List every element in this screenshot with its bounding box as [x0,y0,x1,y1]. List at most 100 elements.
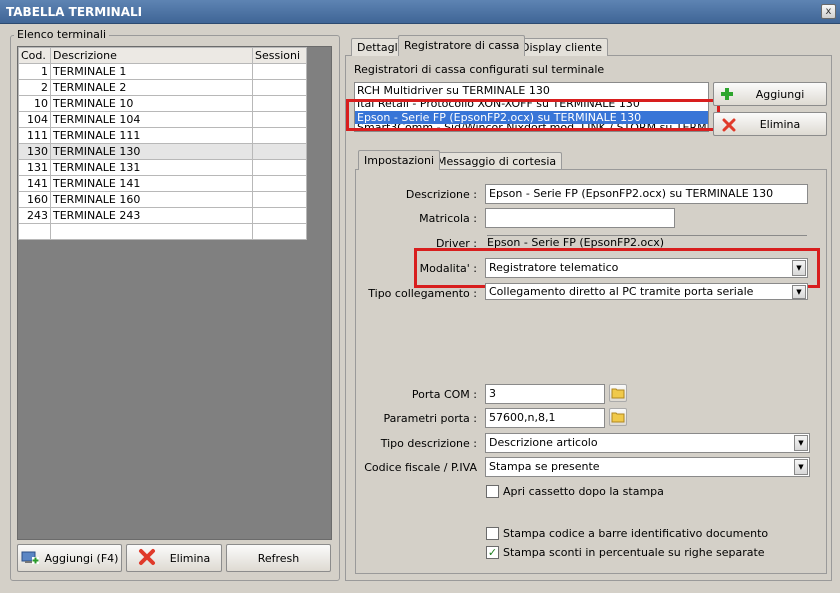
delete-x-icon [138,548,156,569]
delete-terminal-button[interactable]: Elimina [126,544,222,572]
cell-sessions[interactable] [252,143,307,160]
tipo-descrizione-value: Descrizione articolo [489,436,598,449]
table-row[interactable]: 243 TERMINALE 243 [18,207,307,224]
register-item[interactable]: Smart3Comm - Sid/Wincor Nixdorf mod. LIN… [355,124,708,131]
cell-code[interactable]: 141 [18,175,51,192]
refresh-button[interactable]: Refresh [226,544,331,572]
registers-list[interactable]: RCH Multidriver su TERMINALE 130 Ital Re… [354,82,709,132]
driver-label: Driver : [435,237,477,250]
register-item[interactable]: RCH Multidriver su TERMINALE 130 [355,83,708,99]
cell-sessions[interactable] [252,95,307,112]
cell-description[interactable]: TERMINALE 130 [49,143,254,160]
cell-empty[interactable] [49,223,254,240]
cell-sessions[interactable] [252,63,307,80]
cell-description[interactable]: TERMINALE 141 [49,175,254,192]
modalita-select[interactable]: Registratore telematico ▼ [485,258,808,278]
parametri-porta-label: Parametri porta : [383,412,477,425]
cell-description[interactable]: TERMINALE 10 [49,95,254,112]
cell-code[interactable]: 111 [18,127,51,144]
tipo-collegamento-select[interactable]: Collegamento diretto al PC tramite porta… [485,283,808,300]
cell-code[interactable]: 243 [18,207,51,224]
cell-description[interactable]: TERMINALE 243 [49,207,254,224]
cell-code[interactable]: 104 [18,111,51,128]
add-register-button[interactable]: Aggiungi [713,82,827,106]
cell-empty[interactable] [18,223,51,240]
cell-sessions[interactable] [252,127,307,144]
dropdown-arrow-icon[interactable]: ▼ [792,260,806,276]
table-row[interactable]: 130 TERMINALE 130 [18,143,307,160]
descrizione-field[interactable]: Epson - Serie FP (EpsonFP2.ocx) su TERMI… [485,184,808,204]
tipo-descrizione-select[interactable]: Descrizione articolo ▼ [485,433,810,453]
delete-register-label: Elimina [759,117,801,131]
modalita-label: Modalita' : [419,262,477,275]
add-terminal-button[interactable]: Aggiungi (F4) [17,544,122,572]
table-row[interactable]: 160 TERMINALE 160 [18,191,307,208]
col-code[interactable]: Cod. [18,47,51,64]
cell-code[interactable]: 160 [18,191,51,208]
delete-x-icon [722,118,736,135]
cell-sessions[interactable] [252,191,307,208]
delete-register-button[interactable]: Elimina [713,112,827,136]
apri-cassetto-label[interactable]: Apri cassetto dopo la stampa [503,485,664,498]
codice-fiscale-label: Codice fiscale / P.IVA [364,461,477,474]
col-sessions[interactable]: Sessioni [252,47,307,64]
table-row-empty[interactable] [18,223,307,240]
cell-sessions[interactable] [252,159,307,176]
table-row[interactable]: 131 TERMINALE 131 [18,159,307,176]
cell-sessions[interactable] [252,111,307,128]
cell-description[interactable]: TERMINALE 1 [49,63,254,80]
cell-code[interactable]: 131 [18,159,51,176]
stampa-codice-label[interactable]: Stampa codice a barre identificativo doc… [503,527,768,540]
cell-code[interactable]: 1 [18,63,51,80]
table-row[interactable]: 10 TERMINALE 10 [18,95,307,112]
matricola-field[interactable] [485,208,675,228]
window-title: TABELLA TERMINALI [0,0,840,24]
codice-fiscale-select[interactable]: Stampa se presente ▼ [485,457,810,477]
close-icon[interactable]: x [821,4,836,19]
porta-com-field[interactable]: 3 [485,384,605,404]
cell-sessions[interactable] [252,175,307,192]
table-row[interactable]: 111 TERMINALE 111 [18,127,307,144]
cell-code[interactable]: 2 [18,79,51,96]
table-row[interactable]: 1 TERMINALE 1 [18,63,307,80]
cell-description[interactable]: TERMINALE 111 [49,127,254,144]
tab-messaggio-di-cortesia[interactable]: Messaggio di cortesia [431,152,563,169]
cell-description[interactable]: TERMINALE 160 [49,191,254,208]
stampa-codice-checkbox[interactable] [486,527,499,540]
descrizione-label: Descrizione : [405,188,477,201]
dropdown-arrow-icon[interactable]: ▼ [792,285,806,299]
apri-cassetto-checkbox[interactable] [486,485,499,498]
table-row[interactable]: 104 TERMINALE 104 [18,111,307,128]
dropdown-arrow-icon[interactable]: ▼ [794,459,808,475]
cell-code[interactable]: 130 [18,143,51,160]
cell-sessions[interactable] [252,79,307,96]
stampa-sconti-label[interactable]: Stampa sconti in percentuale su righe se… [503,546,765,559]
register-item[interactable]: Ital Retail - Protocollo XON-XOFF su TER… [355,99,708,111]
tipo-collegamento-value: Collegamento diretto al PC tramite porta… [489,285,754,298]
tab-registratore-di-cassa[interactable]: Registratore di cassa [398,35,526,56]
cell-empty[interactable] [252,223,307,240]
table-row[interactable]: 141 TERMINALE 141 [18,175,307,192]
register-item-selected[interactable]: Epson - Serie FP (EpsonFP2.ocx) su TERMI… [355,111,708,124]
terminal-table: Cod. Descrizione Sessioni 1 TERMINALE 12T… [18,47,307,240]
settings-panel [355,169,827,574]
folder-icon[interactable] [609,384,627,402]
cell-description[interactable]: TERMINALE 104 [49,111,254,128]
tipo-collegamento-label: Tipo collegamento : [368,287,477,300]
tab-impostazioni[interactable]: Impostazioni [358,150,441,170]
folder-icon[interactable] [609,408,627,426]
checkmark-icon: ✓ [487,546,498,559]
registers-label: Registratori di cassa configurati sul te… [354,63,605,76]
porta-com-label: Porta COM : [411,388,477,401]
cell-code[interactable]: 10 [18,95,51,112]
cell-description[interactable]: TERMINALE 131 [49,159,254,176]
cell-sessions[interactable] [252,207,307,224]
tab-display-cliente[interactable]: Display cliente [515,38,609,56]
parametri-porta-field[interactable]: 57600,n,8,1 [485,408,605,428]
table-row[interactable]: 2 TERMINALE 2 [18,79,307,96]
col-description[interactable]: Descrizione [49,47,254,64]
cell-description[interactable]: TERMINALE 2 [49,79,254,96]
driver-value: Epson - Serie FP (EpsonFP2.ocx) [487,235,807,249]
stampa-sconti-checkbox[interactable]: ✓ [486,546,499,559]
dropdown-arrow-icon[interactable]: ▼ [794,435,808,451]
